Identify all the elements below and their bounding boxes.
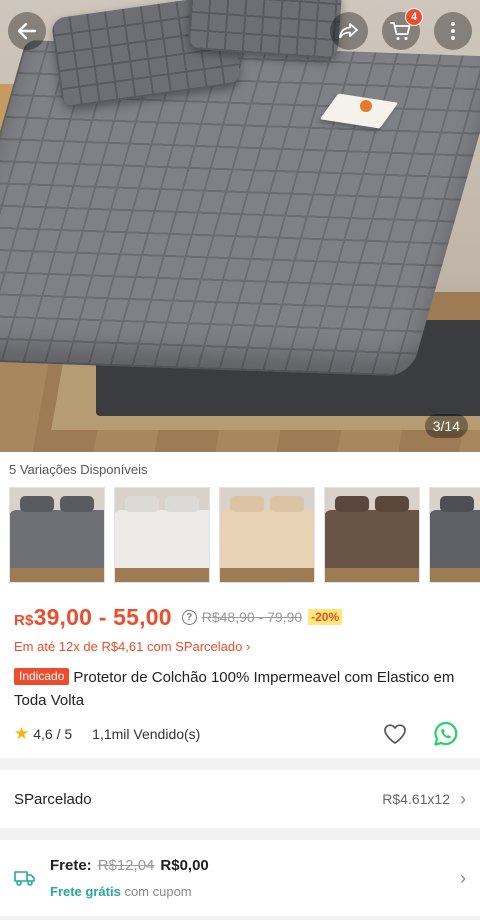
shipping-info: Frete: R$12,04 R$0,00 Frete grátis com cup… bbox=[50, 857, 209, 899]
chevron-right-icon: › bbox=[460, 867, 466, 888]
shipping-label: Frete: bbox=[50, 857, 92, 874]
discount-badge: -20% bbox=[308, 609, 343, 625]
thumb-pillow bbox=[440, 496, 474, 512]
currency-symbol: R$ bbox=[14, 611, 34, 629]
more-options-button[interactable] bbox=[434, 12, 472, 50]
back-arrow-icon bbox=[17, 22, 37, 40]
price-value: 39,00 - 55,00 bbox=[33, 603, 172, 630]
thumb-pillow bbox=[60, 496, 94, 512]
installments-link[interactable]: Em até 12x de R$4,61 com SParcelado › bbox=[14, 639, 466, 654]
thumb-pillow bbox=[20, 496, 54, 512]
orange-fruit bbox=[360, 100, 372, 112]
price-section: R$39,00 - 55,00 ? R$48,90 - 79,90 -20% E… bbox=[0, 593, 480, 758]
share-button[interactable] bbox=[330, 12, 368, 50]
variation-thumb-dark-gray[interactable] bbox=[429, 487, 480, 583]
sparcelado-value: R$4.61x12 bbox=[382, 791, 450, 807]
cart-count-badge: 4 bbox=[405, 8, 423, 26]
rating-row: ★ 4,6 / 5 1,1mil Vendido(s) bbox=[14, 712, 466, 758]
thumb-pillow bbox=[165, 496, 199, 512]
free-shipping-label: Frete grátis bbox=[50, 884, 121, 899]
variations-section: 5 Variações Disponíveis bbox=[0, 452, 480, 593]
variation-thumb-brown[interactable] bbox=[324, 487, 420, 583]
price-range: R$39,00 - 55,00 bbox=[14, 604, 172, 631]
product-title-text: Protetor de Colchão 100% Impermeavel com… bbox=[14, 669, 455, 709]
variations-title: 5 Variações Disponíveis bbox=[9, 462, 148, 477]
thumb-mattress bbox=[220, 510, 314, 568]
truck-icon bbox=[14, 871, 35, 886]
shipping-old-price: R$12,04 bbox=[97, 857, 155, 874]
sparcelado-label: SParcelado bbox=[14, 790, 92, 808]
chevron-right-icon: › bbox=[460, 788, 466, 809]
whatsapp-icon[interactable] bbox=[432, 720, 460, 748]
back-button[interactable] bbox=[8, 12, 46, 50]
thumb-pillow bbox=[230, 496, 264, 512]
product-actions bbox=[382, 720, 460, 748]
variation-thumb-beige[interactable] bbox=[219, 487, 315, 583]
thumb-mattress bbox=[10, 510, 104, 568]
shipping-row[interactable]: Frete: R$12,04 R$0,00 Frete grátis com cup… bbox=[0, 840, 480, 916]
sold-count: 1,1mil Vendido(s) bbox=[92, 726, 201, 742]
image-counter: 3/14 bbox=[424, 414, 468, 438]
shipping-price-line: Frete: R$12,04 R$0,00 bbox=[50, 857, 209, 874]
thumb-mattress bbox=[430, 510, 480, 568]
thumb-mattress bbox=[115, 510, 209, 568]
section-gap bbox=[0, 828, 480, 840]
thumb-pillow bbox=[270, 496, 304, 512]
info-icon[interactable]: ? bbox=[181, 609, 197, 625]
thumb-pillow bbox=[375, 496, 409, 512]
product-title: Indicado Protetor de Colchão 100% Imperme… bbox=[14, 666, 466, 712]
free-shipping-suffix: com cupom bbox=[124, 884, 192, 899]
thumb-mattress bbox=[325, 510, 419, 568]
more-vertical-icon bbox=[451, 22, 455, 40]
sparcelado-row[interactable]: SParcelado R$4.61x12 › bbox=[0, 770, 480, 828]
variation-thumb-white[interactable] bbox=[114, 487, 210, 583]
cart-button[interactable]: 4 bbox=[382, 8, 423, 50]
variation-thumbnails bbox=[9, 487, 480, 583]
thumb-pillow bbox=[125, 496, 159, 512]
product-image-gallery[interactable]: 4 3/14 bbox=[0, 0, 480, 452]
rating-value: 4,6 / 5 bbox=[33, 726, 73, 742]
free-shipping-note: Frete grátis com cupom bbox=[50, 884, 209, 899]
section-gap bbox=[0, 758, 480, 770]
share-icon bbox=[339, 23, 358, 39]
shipping-price: R$0,00 bbox=[160, 857, 209, 874]
pillow bbox=[187, 0, 343, 60]
star-icon: ★ bbox=[14, 724, 30, 743]
original-price: R$48,90 - 79,90 bbox=[201, 609, 303, 625]
indicado-badge: Indicado bbox=[14, 668, 70, 685]
heart-icon[interactable] bbox=[382, 722, 408, 746]
thumb-pillow bbox=[335, 496, 369, 512]
variation-thumb-gray[interactable] bbox=[9, 487, 105, 583]
price-row: R$39,00 - 55,00 ? R$48,90 - 79,90 -20% bbox=[14, 601, 466, 633]
